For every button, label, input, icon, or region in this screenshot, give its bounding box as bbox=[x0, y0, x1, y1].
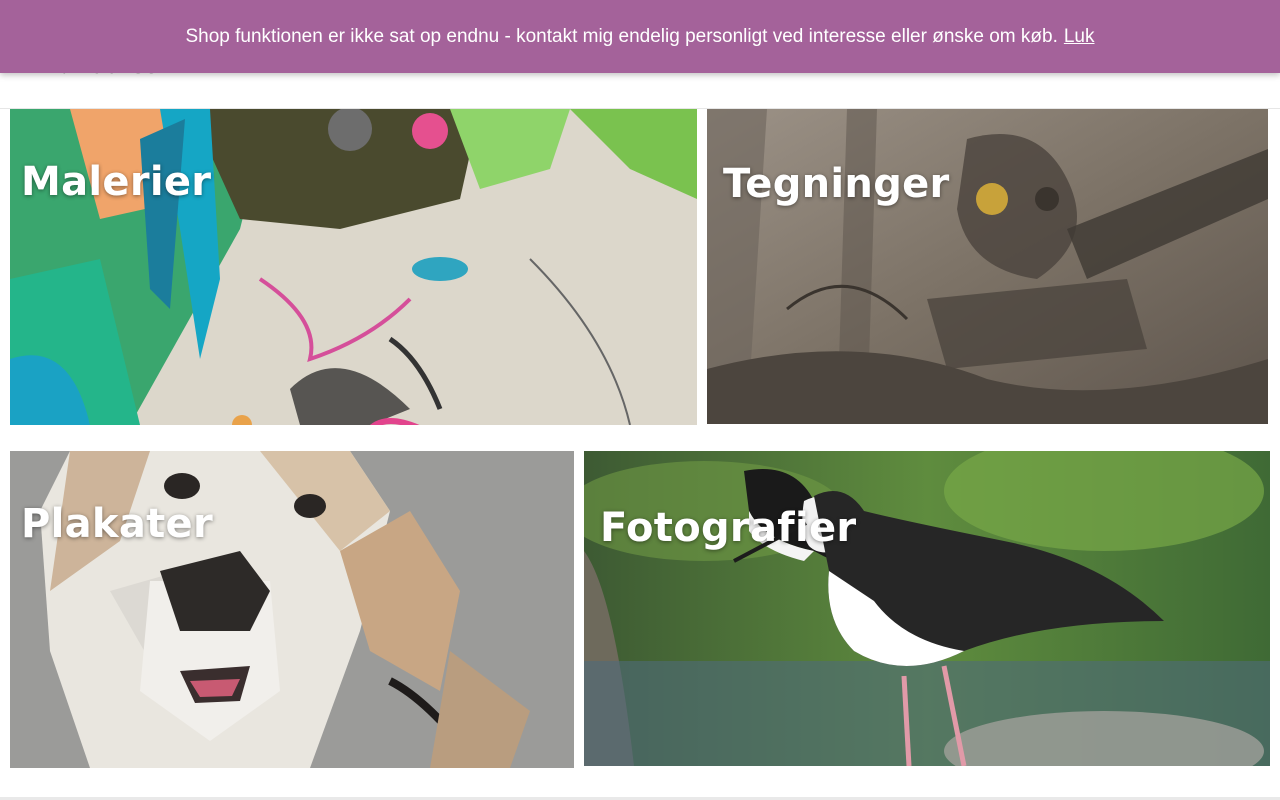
category-label-photos: Fotografier bbox=[600, 505, 857, 551]
close-notice-link[interactable]: Luk bbox=[1064, 26, 1095, 48]
drawings-artwork-image bbox=[707, 109, 1268, 424]
category-tile-paintings[interactable]: Malerier bbox=[10, 109, 697, 425]
category-tile-posters[interactable]: Plakater bbox=[10, 451, 574, 768]
posters-artwork-image bbox=[10, 451, 574, 768]
paintings-artwork-image bbox=[10, 109, 697, 425]
category-label-posters: Plakater bbox=[21, 501, 213, 547]
category-label-paintings: Malerier bbox=[21, 159, 212, 205]
shop-notice-text: Shop funktionen er ikke sat op endnu - k… bbox=[185, 25, 1058, 47]
category-tile-photos[interactable]: Fotografier bbox=[584, 451, 1270, 766]
category-label-drawings: Tegninger bbox=[723, 161, 950, 207]
photos-artwork-image bbox=[584, 451, 1270, 766]
shop-notice-banner: Shop funktionen er ikke sat op endnu - k… bbox=[0, 0, 1280, 73]
category-tile-drawings[interactable]: Tegninger bbox=[707, 109, 1268, 424]
